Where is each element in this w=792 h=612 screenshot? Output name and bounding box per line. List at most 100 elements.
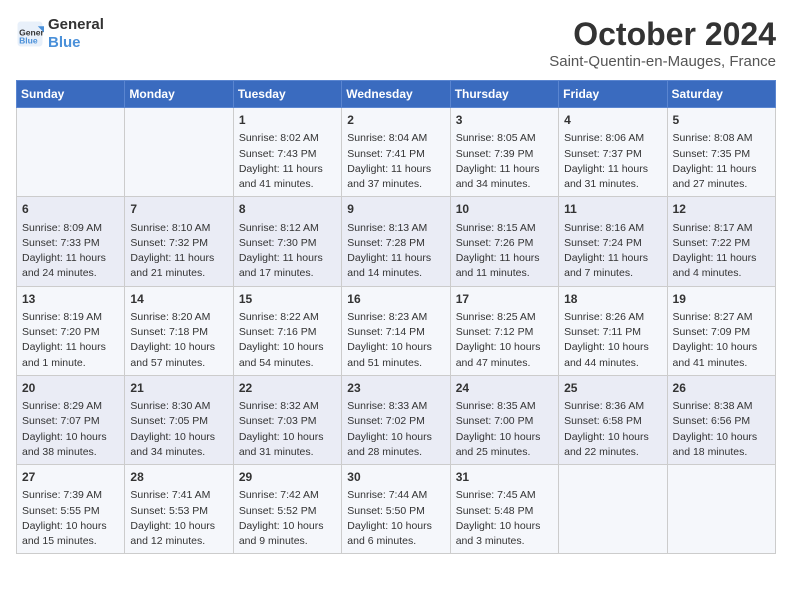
day-number: 14 [130, 291, 227, 308]
cell-text: Sunrise: 8:23 AM [347, 310, 444, 325]
calendar-cell: 6Sunrise: 8:09 AMSunset: 7:33 PMDaylight… [17, 197, 125, 286]
cell-text: Daylight: 11 hours and 17 minutes. [239, 251, 336, 281]
cell-text: Daylight: 11 hours and 21 minutes. [130, 251, 227, 281]
calendar-cell: 1Sunrise: 8:02 AMSunset: 7:43 PMDaylight… [233, 108, 341, 197]
calendar-week-row: 20Sunrise: 8:29 AMSunset: 7:07 PMDayligh… [17, 375, 776, 464]
column-header-thursday: Thursday [450, 81, 558, 108]
day-number: 12 [673, 201, 770, 218]
calendar-cell: 17Sunrise: 8:25 AMSunset: 7:12 PMDayligh… [450, 286, 558, 375]
cell-text: Sunrise: 8:32 AM [239, 399, 336, 414]
cell-text: Sunset: 7:09 PM [673, 325, 770, 340]
cell-text: Sunrise: 8:16 AM [564, 221, 661, 236]
cell-text: Sunrise: 8:09 AM [22, 221, 119, 236]
cell-text: Daylight: 10 hours and 51 minutes. [347, 340, 444, 370]
cell-text: Sunset: 7:02 PM [347, 414, 444, 429]
calendar-cell: 7Sunrise: 8:10 AMSunset: 7:32 PMDaylight… [125, 197, 233, 286]
cell-text: Sunset: 7:18 PM [130, 325, 227, 340]
day-number: 8 [239, 201, 336, 218]
day-number: 25 [564, 380, 661, 397]
calendar-header-row: SundayMondayTuesdayWednesdayThursdayFrid… [17, 81, 776, 108]
cell-text: Sunrise: 8:10 AM [130, 221, 227, 236]
cell-text: Sunrise: 8:35 AM [456, 399, 553, 414]
cell-text: Sunset: 7:41 PM [347, 147, 444, 162]
day-number: 10 [456, 201, 553, 218]
calendar-cell: 2Sunrise: 8:04 AMSunset: 7:41 PMDaylight… [342, 108, 450, 197]
calendar-cell: 28Sunrise: 7:41 AMSunset: 5:53 PMDayligh… [125, 465, 233, 554]
calendar-cell [17, 108, 125, 197]
day-number: 22 [239, 380, 336, 397]
cell-text: Sunrise: 7:39 AM [22, 488, 119, 503]
cell-text: Daylight: 11 hours and 41 minutes. [239, 162, 336, 192]
calendar-cell: 21Sunrise: 8:30 AMSunset: 7:05 PMDayligh… [125, 375, 233, 464]
calendar-cell [125, 108, 233, 197]
day-number: 27 [22, 469, 119, 486]
cell-text: Sunset: 5:50 PM [347, 504, 444, 519]
page-header: General Blue GeneralBlue October 2024 Sa… [16, 16, 776, 70]
cell-text: Sunset: 7:24 PM [564, 236, 661, 251]
calendar-cell: 19Sunrise: 8:27 AMSunset: 7:09 PMDayligh… [667, 286, 775, 375]
cell-text: Sunrise: 8:36 AM [564, 399, 661, 414]
cell-text: Daylight: 10 hours and 12 minutes. [130, 519, 227, 549]
cell-text: Sunrise: 8:20 AM [130, 310, 227, 325]
calendar-cell: 30Sunrise: 7:44 AMSunset: 5:50 PMDayligh… [342, 465, 450, 554]
cell-text: Sunset: 7:33 PM [22, 236, 119, 251]
cell-text: Sunrise: 8:33 AM [347, 399, 444, 414]
cell-text: Daylight: 11 hours and 34 minutes. [456, 162, 553, 192]
logo-icon: General Blue [16, 20, 44, 48]
cell-text: Daylight: 10 hours and 15 minutes. [22, 519, 119, 549]
calendar-cell: 18Sunrise: 8:26 AMSunset: 7:11 PMDayligh… [559, 286, 667, 375]
calendar-cell: 27 Sunrise: 7:39 AMSunset: 5:55 PMDayligh… [17, 465, 125, 554]
calendar-cell: 24Sunrise: 8:35 AMSunset: 7:00 PMDayligh… [450, 375, 558, 464]
day-number: 13 [22, 291, 119, 308]
cell-text: Sunrise: 8:04 AM [347, 131, 444, 146]
cell-text: Sunset: 7:12 PM [456, 325, 553, 340]
cell-text: Sunset: 7:26 PM [456, 236, 553, 251]
cell-text: Daylight: 10 hours and 18 minutes. [673, 430, 770, 460]
day-number: 5 [673, 112, 770, 129]
cell-text: Daylight: 11 hours and 31 minutes. [564, 162, 661, 192]
cell-text: Daylight: 11 hours and 1 minute. [22, 340, 119, 370]
cell-text: Sunset: 5:55 PM [22, 504, 119, 519]
calendar-cell: 3Sunrise: 8:05 AMSunset: 7:39 PMDaylight… [450, 108, 558, 197]
cell-text: Daylight: 10 hours and 38 minutes. [22, 430, 119, 460]
cell-text: Daylight: 11 hours and 37 minutes. [347, 162, 444, 192]
day-number: 17 [456, 291, 553, 308]
cell-text: Sunrise: 8:29 AM [22, 399, 119, 414]
cell-text: Daylight: 10 hours and 22 minutes. [564, 430, 661, 460]
calendar-cell: 15Sunrise: 8:22 AMSunset: 7:16 PMDayligh… [233, 286, 341, 375]
day-number: 1 [239, 112, 336, 129]
svg-text:Blue: Blue [19, 35, 38, 45]
cell-text: Daylight: 10 hours and 57 minutes. [130, 340, 227, 370]
day-number: 19 [673, 291, 770, 308]
calendar-title: October 2024 [549, 16, 776, 53]
calendar-cell: 13Sunrise: 8:19 AMSunset: 7:20 PMDayligh… [17, 286, 125, 375]
calendar-week-row: 13Sunrise: 8:19 AMSunset: 7:20 PMDayligh… [17, 286, 776, 375]
cell-text: Sunrise: 8:08 AM [673, 131, 770, 146]
cell-text: Daylight: 10 hours and 54 minutes. [239, 340, 336, 370]
cell-text: Sunset: 7:11 PM [564, 325, 661, 340]
cell-text: Daylight: 11 hours and 27 minutes. [673, 162, 770, 192]
cell-text: Daylight: 11 hours and 14 minutes. [347, 251, 444, 281]
cell-text: Sunrise: 8:25 AM [456, 310, 553, 325]
cell-text: Daylight: 10 hours and 28 minutes. [347, 430, 444, 460]
cell-text: Daylight: 11 hours and 11 minutes. [456, 251, 553, 281]
day-number: 28 [130, 469, 227, 486]
day-number: 9 [347, 201, 444, 218]
cell-text: Sunset: 7:07 PM [22, 414, 119, 429]
column-header-sunday: Sunday [17, 81, 125, 108]
cell-text: Sunset: 5:48 PM [456, 504, 553, 519]
calendar-cell: 22Sunrise: 8:32 AMSunset: 7:03 PMDayligh… [233, 375, 341, 464]
calendar-cell: 12Sunrise: 8:17 AMSunset: 7:22 PMDayligh… [667, 197, 775, 286]
day-number: 20 [22, 380, 119, 397]
calendar-cell: 25Sunrise: 8:36 AMSunset: 6:58 PMDayligh… [559, 375, 667, 464]
calendar-week-row: 6 Sunrise: 8:09 AMSunset: 7:33 PM Daylight… [17, 197, 776, 286]
cell-text: Daylight: 10 hours and 41 minutes. [673, 340, 770, 370]
title-block: October 2024 Saint-Quentin-en-Mauges, Fr… [549, 16, 776, 70]
day-number: 6 [22, 201, 119, 218]
cell-text: Daylight: 10 hours and 3 minutes. [456, 519, 553, 549]
cell-text: Sunrise: 8:05 AM [456, 131, 553, 146]
day-number: 18 [564, 291, 661, 308]
calendar-cell: 8Sunrise: 8:12 AMSunset: 7:30 PMDaylight… [233, 197, 341, 286]
cell-text: Sunrise: 7:42 AM [239, 488, 336, 503]
cell-text: Sunset: 5:52 PM [239, 504, 336, 519]
